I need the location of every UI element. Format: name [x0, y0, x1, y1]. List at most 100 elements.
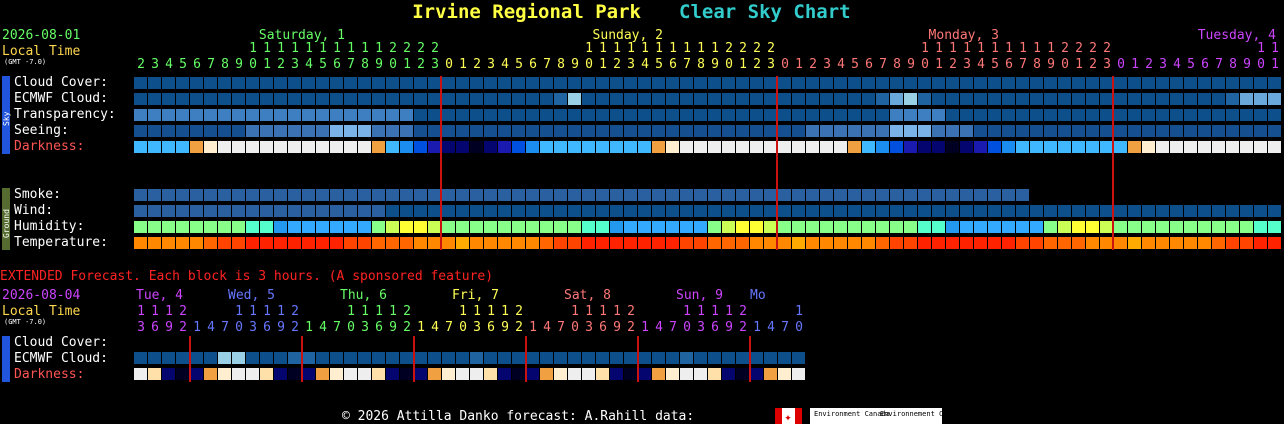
ext-hour-label: 7 — [781, 320, 789, 335]
transparency-block — [176, 109, 189, 121]
seeing-block — [344, 125, 357, 137]
wind-block — [638, 205, 651, 217]
ext-darkness-block — [722, 368, 735, 380]
cloud-cover-block — [988, 77, 1001, 89]
seeing-block — [1226, 125, 1239, 137]
label-ecmwf-cloud: ECMWF Cloud: — [14, 91, 108, 106]
darkness-block — [1254, 141, 1267, 153]
humidity-block — [582, 221, 595, 233]
hour-tens-label: 2 — [739, 41, 747, 56]
darkness-block — [484, 141, 497, 153]
transparency-block — [792, 109, 805, 121]
transparency-block — [134, 109, 147, 121]
ext-ecmwf-block — [722, 352, 735, 364]
wind-block — [848, 205, 861, 217]
ext-ecmwf-block — [638, 352, 651, 364]
darkness-block — [596, 141, 609, 153]
cloud-cover-block — [204, 77, 217, 89]
smoke-block — [904, 189, 917, 201]
seeing-block — [722, 125, 735, 137]
darkness-block — [358, 141, 371, 153]
ext-darkness-block — [484, 368, 497, 380]
temperature-block — [1072, 237, 1085, 249]
temperature-block — [638, 237, 651, 249]
hour-tens-label: 1 — [1033, 41, 1041, 56]
ext-ecmwf-block — [568, 352, 581, 364]
transparency-block — [610, 109, 623, 121]
darkness-block — [134, 141, 147, 153]
temperature-block — [736, 237, 749, 249]
cloud-cover-block — [806, 77, 819, 89]
ext-day-heading: Sat, 8 — [564, 288, 611, 303]
ecmwf-cloud-block — [176, 93, 189, 105]
darkness-block — [1100, 141, 1113, 153]
wind-block — [316, 205, 329, 217]
hour-label: 3 — [823, 57, 831, 72]
wind-block — [1086, 205, 1099, 217]
ecmwf-cloud-block — [792, 93, 805, 105]
cloud-cover-block — [946, 77, 959, 89]
sky-side-label: Sky — [2, 111, 11, 126]
darkness-block — [946, 141, 959, 153]
hour-label: 4 — [165, 57, 173, 72]
temperature-block — [1030, 237, 1043, 249]
ext-ecmwf-block — [708, 352, 721, 364]
transparency-block — [190, 109, 203, 121]
cloud-cover-block — [1030, 77, 1043, 89]
humidity-block — [932, 221, 945, 233]
seeing-block — [582, 125, 595, 137]
transparency-block — [638, 109, 651, 121]
darkness-block — [316, 141, 329, 153]
hour-tens-label: 1 — [669, 41, 677, 56]
cloud-cover-block — [372, 77, 385, 89]
darkness-block — [162, 141, 175, 153]
cloud-cover-block — [1128, 77, 1141, 89]
transparency-block — [148, 109, 161, 121]
ext-hour-tens-label: 1 — [571, 304, 579, 319]
cloud-cover-block — [1086, 77, 1099, 89]
hour-label: 1 — [459, 57, 467, 72]
humidity-block — [274, 221, 287, 233]
temperature-block — [1198, 237, 1211, 249]
darkness-block — [372, 141, 385, 153]
hour-label: 7 — [879, 57, 887, 72]
ext-hour-tens-label: 1 — [277, 304, 285, 319]
temperature-block — [232, 237, 245, 249]
darkness-block — [904, 141, 917, 153]
wind-block — [862, 205, 875, 217]
transparency-block — [400, 109, 413, 121]
day-heading: Saturday, 1 — [259, 28, 345, 43]
smoke-block — [232, 189, 245, 201]
hour-tens-label: 2 — [1103, 41, 1111, 56]
seeing-block — [232, 125, 245, 137]
smoke-block — [764, 189, 777, 201]
cloud-cover-block — [932, 77, 945, 89]
darkness-block — [568, 141, 581, 153]
humidity-block — [1044, 221, 1057, 233]
hour-label: 7 — [683, 57, 691, 72]
smoke-block — [820, 189, 833, 201]
humidity-block — [890, 221, 903, 233]
seeing-block — [1212, 125, 1225, 137]
cloud-cover-block — [638, 77, 651, 89]
temperature-block — [498, 237, 511, 249]
ecmwf-cloud-block — [820, 93, 833, 105]
smoke-block — [512, 189, 525, 201]
transparency-block — [204, 109, 217, 121]
hour-label: 3 — [431, 57, 439, 72]
ext-ecmwf-block — [344, 352, 357, 364]
cloud-cover-block — [918, 77, 931, 89]
darkness-block — [1226, 141, 1239, 153]
seeing-block — [330, 125, 343, 137]
smoke-block — [750, 189, 763, 201]
seeing-block — [302, 125, 315, 137]
cloud-cover-block — [498, 77, 511, 89]
temperature-block — [932, 237, 945, 249]
seeing-block — [176, 125, 189, 137]
smoke-block — [456, 189, 469, 201]
temperature-block — [358, 237, 371, 249]
humidity-block — [1198, 221, 1211, 233]
ext-hour-tens-label: 1 — [599, 304, 607, 319]
ext-day-heading: Fri, 7 — [452, 288, 499, 303]
ext-hour-label: 9 — [277, 320, 285, 335]
